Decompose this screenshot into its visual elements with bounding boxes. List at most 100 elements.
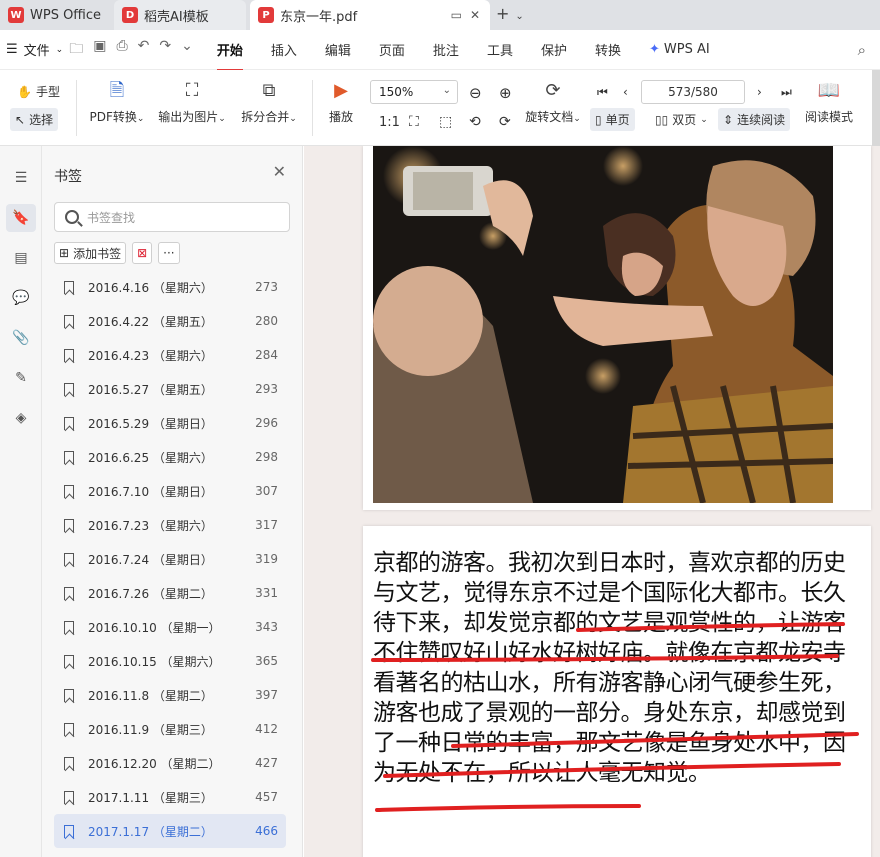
continuous-reading-button[interactable]: ⇕ 连续阅读 (718, 108, 791, 131)
tab-wps-office[interactable]: W WPS Office (0, 0, 108, 30)
next-page-icon[interactable]: › (752, 82, 767, 102)
bookmark-item[interactable]: 2016.11.8 （星期二） 397 (54, 678, 286, 712)
actual-size-icon[interactable]: 1:1 (374, 112, 405, 133)
bookmark-item[interactable]: 2016.10.10 （星期一） 343 (54, 610, 286, 644)
bookmark-icon (64, 722, 74, 736)
bookmark-item[interactable]: 2016.10.15 （星期六） 365 (54, 644, 286, 678)
single-page-button[interactable]: ▯ 单页 (590, 108, 635, 131)
bookmark-item[interactable]: 2016.4.16 （星期六） 273 (54, 270, 286, 304)
bookmark-item[interactable]: 2016.4.22 （星期五） 280 (54, 304, 286, 338)
menu-tools[interactable]: 工具 (473, 40, 527, 59)
hand-tool-button[interactable]: ✋ 手型 (12, 80, 65, 103)
menu-comment[interactable]: 批注 (419, 40, 473, 59)
document-view[interactable]: 京都的游客。我初次到日本时，喜欢京都的历史与文艺，觉得东京不过是个国际化大都市。… (304, 146, 880, 857)
toolbar-overflow (872, 70, 880, 146)
bookmark-item[interactable]: 2016.6.25 （星期六） 298 (54, 440, 286, 474)
bookmark-icon[interactable]: 🔖 (6, 204, 36, 232)
bookmark-item[interactable]: 2017.1.17 （星期二） 466 (54, 814, 286, 848)
bookmark-item[interactable]: 2017.1.11 （星期三） 457 (54, 780, 286, 814)
outline-icon[interactable]: ☰ (6, 164, 36, 192)
layers-icon[interactable]: ◈ (6, 404, 36, 432)
pdf-convert-button[interactable]: 🗎 PDF转换⌄ (88, 80, 146, 125)
last-page-icon[interactable]: ⏭ (776, 82, 797, 103)
continuous-icon: ⇕ (723, 112, 734, 127)
bookmark-page-number: 319 (255, 552, 278, 566)
close-tab-icon[interactable]: ✕ (470, 8, 480, 22)
first-page-icon[interactable]: ⏮ (592, 82, 613, 103)
tab-docer-templates[interactable]: D 稻壳AI模板 (114, 0, 246, 30)
menu-start[interactable]: 开始 (203, 40, 257, 71)
bookmark-item[interactable]: 2016.7.26 （星期二） 331 (54, 576, 286, 610)
bookmark-icon (64, 382, 74, 396)
more-chevron-icon[interactable]: ⌄ (181, 38, 193, 62)
menu-edit[interactable]: 编辑 (311, 40, 365, 59)
thumbnail-icon[interactable]: ▤ (6, 244, 36, 272)
bookmark-item[interactable]: 2016.5.29 （星期日） 296 (54, 406, 286, 440)
bookmark-label: 2016.7.23 （星期六） (88, 518, 213, 533)
save-icon[interactable]: ▣ (93, 38, 106, 62)
page-number-input[interactable]: 573/580 (641, 80, 745, 104)
attachment-icon[interactable]: 📎 (6, 324, 36, 352)
bookmark-item[interactable]: 2016.12.20 （星期二） 427 (54, 746, 286, 780)
bookmark-item[interactable]: 2016.7.10 （星期日） 307 (54, 474, 286, 508)
split-merge-button[interactable]: ⧉ 拆分合并⌄ (238, 80, 300, 125)
bookmark-item[interactable]: 2016.7.23 （星期六） 317 (54, 508, 286, 542)
pdf-icon: P (258, 7, 274, 23)
undo-icon[interactable]: ↶ (138, 38, 150, 62)
menu-page[interactable]: 页面 (365, 40, 419, 59)
hand-icon: ✋ (17, 84, 32, 99)
bookmark-label: 2016.7.26 （星期二） (88, 586, 213, 601)
search-icon (65, 210, 79, 224)
menu-convert[interactable]: 转换 (581, 40, 635, 59)
reading-mode-button[interactable]: 📖 阅读模式 (802, 80, 856, 125)
word-file-icon: 🗎 (109, 80, 125, 101)
zoom-value: 150% (379, 85, 414, 99)
bookmark-page-number: 397 (255, 688, 278, 702)
prev-page-icon[interactable]: ‹ (618, 82, 633, 102)
rotate-left-icon[interactable]: ⟲ (464, 111, 486, 133)
book-icon: 📖 (817, 80, 841, 101)
export-image-button[interactable]: ⛶ 输出为图片⌄ (156, 80, 228, 125)
tab-tokyo-pdf[interactable]: P 东京一年.pdf ▭ ✕ (250, 0, 490, 30)
new-tab-button[interactable]: + ⌄ (496, 4, 524, 23)
search-icon[interactable]: ⌕ (858, 41, 866, 59)
close-icon[interactable]: ✕ (273, 162, 286, 181)
add-bookmark-button[interactable]: ⊞ 添加书签 (54, 242, 127, 264)
select-tool-button[interactable]: ↖ 选择 (10, 108, 59, 131)
double-page-button[interactable]: ▯▯ 双页 ⌄ (650, 108, 713, 131)
chevron-down-icon[interactable]: ⌄ (515, 11, 523, 22)
rotate-right-icon[interactable]: ⟳ (494, 111, 516, 133)
chevron-down-icon: ⌄ (442, 85, 451, 96)
double-page-icon: ▯▯ (655, 112, 669, 127)
menu-protect[interactable]: 保护 (527, 40, 581, 59)
wps-ai-button[interactable]: ✦ WPS AI (635, 42, 724, 57)
delete-bookmark-button[interactable]: ⊠ (132, 242, 153, 264)
print-icon[interactable]: ⎙ (116, 38, 127, 62)
play-button[interactable]: ▶ 播放 (324, 80, 358, 125)
zoom-out-icon[interactable]: ⊖ (464, 81, 487, 105)
bookmark-item[interactable]: 2016.5.27 （星期五） 293 (54, 372, 286, 406)
menu-insert[interactable]: 插入 (257, 40, 311, 59)
bookmark-item[interactable]: 2016.7.24 （星期日） 319 (54, 542, 286, 576)
bookmark-label: 2016.4.22 （星期五） (88, 314, 213, 329)
bookmark-search-input[interactable]: 书签查找 (54, 202, 290, 232)
more-options-button[interactable]: ··· (158, 242, 180, 264)
comment-icon[interactable]: 💬 (6, 284, 36, 312)
bookmark-icon (64, 790, 74, 804)
bookmark-item[interactable]: 2016.4.23 （星期六） 284 (54, 338, 286, 372)
split-merge-icon: ⧉ (262, 80, 276, 101)
bookmark-item[interactable]: 2016.11.9 （星期三） 412 (54, 712, 286, 746)
tab-window-icon[interactable]: ▭ (451, 8, 462, 22)
rotate-document-button[interactable]: ⟳ 旋转文档⌄ (522, 80, 584, 125)
open-folder-icon[interactable]: 🗀 (69, 38, 83, 62)
bookmark-actions: ⊞ 添加书签 ⊠ ··· (54, 242, 180, 264)
zoom-in-icon[interactable]: ⊕ (494, 81, 517, 105)
continuous-label: 连续阅读 (737, 113, 786, 127)
fit-page-icon[interactable]: ⛶ (404, 111, 424, 133)
bookmark-page-number: 457 (255, 790, 278, 804)
fit-width-icon[interactable]: ⬚ (434, 111, 457, 133)
zoom-select[interactable]: 150% ⌄ (370, 80, 458, 104)
file-menu[interactable]: ☰ 文件 ⌄ (0, 40, 63, 59)
signature-icon[interactable]: ✎ (6, 364, 36, 392)
redo-icon[interactable]: ↷ (159, 38, 171, 62)
